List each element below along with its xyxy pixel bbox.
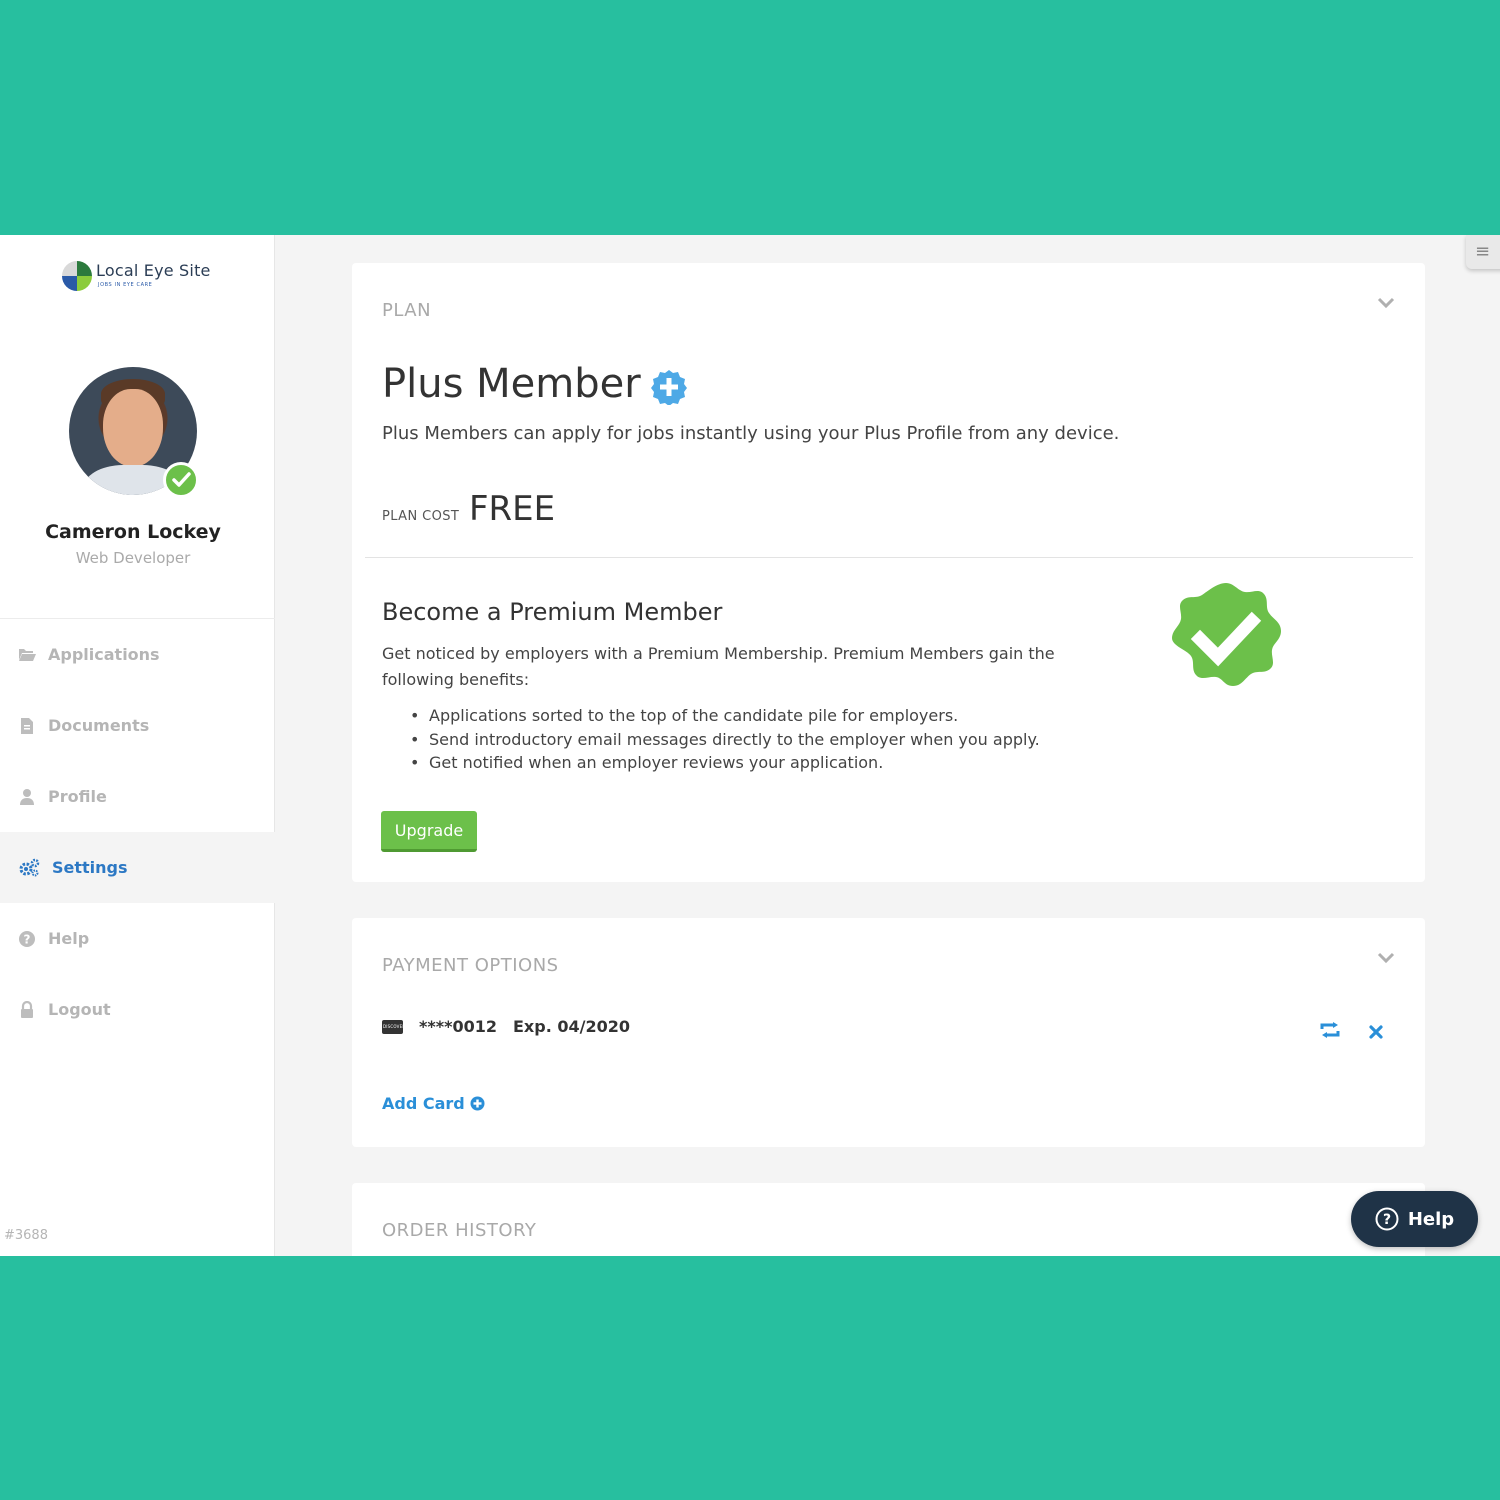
help-chat-button[interactable]: ? Help: [1351, 1191, 1478, 1247]
svg-text:?: ?: [24, 932, 31, 946]
divider: [365, 557, 1413, 558]
gears-icon: [19, 858, 40, 877]
close-icon[interactable]: [1369, 1025, 1383, 1039]
user-role: Web Developer: [75, 549, 191, 567]
plus-badge-icon: [650, 370, 687, 405]
add-card-label: Add Card: [382, 1094, 465, 1113]
sidebar-item-settings[interactable]: Settings: [0, 832, 275, 903]
feedback-tab-icon: ≡: [1475, 241, 1491, 262]
list-item: Get notified when an employer reviews yo…: [382, 751, 1040, 775]
user-name: Cameron Lockey: [45, 521, 221, 543]
upgrade-button[interactable]: Upgrade: [381, 811, 477, 852]
plan-title-text: Plus Member: [382, 361, 641, 407]
sidebar: Local Eye Site JOBS IN EYE CARE Cameron …: [0, 235, 275, 1256]
question-circle-icon: ?: [19, 930, 35, 947]
verified-check-icon: [163, 462, 199, 498]
brand-tagline: JOBS IN EYE CARE: [98, 282, 153, 288]
avatar-face: [103, 389, 163, 467]
premium-title: Become a Premium Member: [382, 598, 723, 626]
folder-open-icon: [19, 649, 36, 661]
plan-cost-value: FREE: [469, 489, 556, 529]
sidebar-item-applications[interactable]: Applications: [0, 619, 275, 690]
payment-options-card: PAYMENT OPTIONS DISCOVER ****0012 Exp. 0…: [352, 918, 1425, 1147]
feedback-tab[interactable]: ≡: [1466, 235, 1500, 269]
card-brand: DISCOVER: [383, 1023, 406, 1029]
question-circle-icon: ?: [1375, 1207, 1399, 1231]
sidebar-item-logout[interactable]: Logout: [0, 974, 275, 1045]
payment-section-label: PAYMENT OPTIONS: [382, 955, 559, 976]
logo-mark-icon: [62, 261, 92, 291]
plan-card: PLAN Plus Member Plus Members can apply …: [352, 263, 1425, 882]
brand-name: Local Eye Site: [96, 261, 211, 280]
build-id: #3688: [4, 1228, 48, 1243]
sidebar-item-label: Help: [48, 929, 90, 948]
premium-check-badge-icon: [1172, 583, 1281, 686]
plan-cost-label: PLAN COST: [382, 509, 460, 524]
help-button-label: Help: [1407, 1208, 1455, 1230]
user-icon: [20, 789, 34, 805]
saved-card-row: DISCOVER ****0012 Exp. 04/2020: [382, 1017, 630, 1036]
orders-section-label: ORDER HISTORY: [382, 1220, 537, 1241]
brand-logo[interactable]: Local Eye Site JOBS IN EYE CARE: [62, 259, 232, 293]
sidebar-item-help[interactable]: ? Help: [0, 903, 275, 974]
plus-circle-icon: [470, 1096, 485, 1111]
discover-card-icon: DISCOVER: [382, 1019, 406, 1034]
sidebar-item-documents[interactable]: Documents: [0, 690, 275, 761]
sidebar-item-profile[interactable]: Profile: [0, 761, 275, 832]
plan-section-label: PLAN: [382, 300, 432, 321]
app-window: Local Eye Site JOBS IN EYE CARE Cameron …: [0, 235, 1500, 1256]
premium-description: Get noticed by employers with a Premium …: [382, 644, 1055, 689]
premium-benefits-list: Applications sorted to the top of the ca…: [382, 704, 1040, 775]
order-history-card: ORDER HISTORY: [352, 1183, 1425, 1256]
lock-icon: [21, 1000, 33, 1018]
card-number: ****0012: [419, 1017, 497, 1036]
add-card-link[interactable]: Add Card: [382, 1094, 485, 1113]
chevron-down-icon[interactable]: [1377, 952, 1395, 964]
sidebar-item-label: Settings: [52, 858, 128, 877]
sidebar-nav: Applications Documents Profile Settings: [0, 618, 275, 1045]
plan-title: Plus Member: [382, 361, 687, 407]
renew-icon[interactable]: [1319, 1022, 1341, 1038]
list-item: Send introductory email messages directl…: [382, 728, 1040, 752]
sidebar-item-label: Profile: [48, 787, 107, 806]
document-icon: [21, 717, 33, 734]
svg-text:?: ?: [1383, 1212, 1391, 1228]
sidebar-item-label: Applications: [48, 645, 160, 664]
list-item: Applications sorted to the top of the ca…: [382, 704, 1040, 728]
chevron-down-icon[interactable]: [1377, 297, 1395, 309]
sidebar-item-label: Logout: [48, 1000, 111, 1019]
card-expiry: Exp. 04/2020: [513, 1017, 630, 1036]
sidebar-item-label: Documents: [48, 716, 150, 735]
plan-description: Plus Members can apply for jobs instantl…: [382, 423, 1120, 444]
